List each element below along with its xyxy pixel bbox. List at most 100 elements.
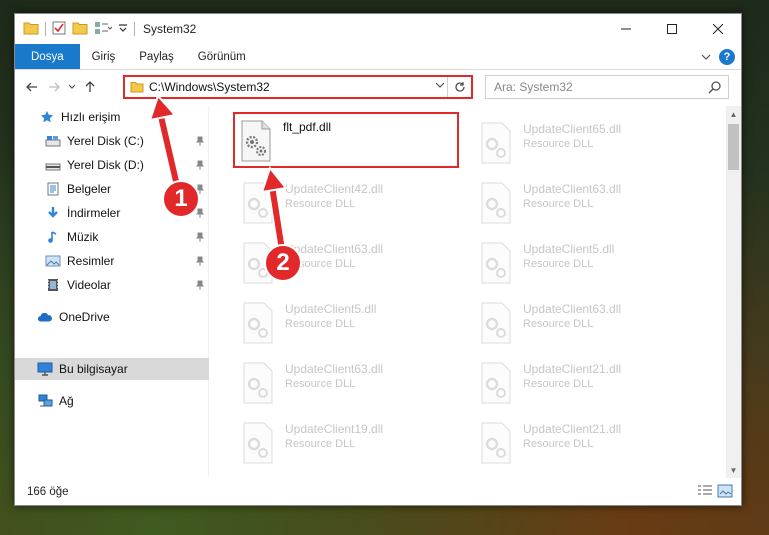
new-folder-icon[interactable] <box>72 21 88 38</box>
file-item[interactable]: UpdateClient5.dll Resource DLL <box>235 294 455 350</box>
sidebar-item-videos[interactable]: Videolar <box>15 274 209 296</box>
sidebar-item-label: Ağ <box>59 394 74 408</box>
minimize-button[interactable] <box>603 14 649 44</box>
file-type: Resource DLL <box>523 318 594 330</box>
file-name: UpdateClient5.dll <box>285 302 377 316</box>
sidebar-item-music[interactable]: Müzik <box>15 226 209 248</box>
maximize-button[interactable] <box>649 14 695 44</box>
file-type: Resource DLL <box>523 438 594 450</box>
vertical-scrollbar[interactable]: ▲ ▼ <box>726 106 741 478</box>
sidebar-item-label: OneDrive <box>59 310 110 324</box>
annotation-badge-1: 1 <box>162 180 200 218</box>
file-item[interactable]: UpdateClient19.dll Resource DLL <box>235 414 455 470</box>
file-name: UpdateClient5.dll <box>523 242 615 256</box>
tab-paylas[interactable]: Paylaş <box>127 44 186 69</box>
ribbon-tabs: Dosya Giriş Paylaş Görünüm ? <box>15 44 741 70</box>
pin-icon[interactable] <box>195 231 205 245</box>
file-type: Resource DLL <box>523 198 594 210</box>
file-item[interactable]: UpdateClient63.dll Resource DLL <box>235 354 455 410</box>
window-controls <box>603 14 741 44</box>
ribbon-right: ? <box>701 44 741 69</box>
sidebar-item-label: Müzik <box>67 230 99 244</box>
sidebar-item-label: Belgeler <box>67 182 112 196</box>
address-bar[interactable]: C:\Windows\System32 <box>123 75 473 99</box>
search-input[interactable]: Ara: System32 <box>485 75 729 99</box>
dll-file-icon <box>479 242 513 284</box>
sidebar-item-pictures[interactable]: Resimler <box>15 250 209 272</box>
music-icon <box>45 229 61 245</box>
file-name: UpdateClient65.dll <box>523 122 622 136</box>
pin-icon[interactable] <box>195 255 205 269</box>
customize-toolbar-icon[interactable] <box>118 22 128 36</box>
help-button[interactable]: ? <box>719 48 735 65</box>
file-item[interactable]: UpdateClient5.dll Resource DLL <box>473 234 693 290</box>
dll-file-icon <box>241 302 275 344</box>
search-icon[interactable] <box>708 80 722 97</box>
dll-file-icon <box>239 120 273 162</box>
file-item[interactable]: UpdateClient21.dll Resource DLL <box>473 414 693 470</box>
sidebar-item-disk-d[interactable]: Yerel Disk (D:) <box>15 154 209 176</box>
sidebar-item-this-pc[interactable]: Bu bilgisayar <box>15 358 209 380</box>
large-icons-view-icon[interactable] <box>717 484 733 501</box>
divider <box>134 22 135 36</box>
divider <box>45 22 46 36</box>
layout-icon[interactable] <box>94 21 113 38</box>
scroll-down-icon[interactable]: ▼ <box>726 462 741 478</box>
properties-icon[interactable] <box>52 21 66 38</box>
cloud-icon <box>37 309 53 325</box>
tab-gorunum[interactable]: Görünüm <box>186 44 258 69</box>
tab-dosya[interactable]: Dosya <box>15 44 80 69</box>
file-item[interactable]: UpdateClient21.dll Resource DLL <box>473 354 693 410</box>
details-view-icon[interactable] <box>697 484 713 501</box>
file-name: UpdateClient63.dll <box>523 182 622 196</box>
pictures-icon <box>45 253 61 269</box>
file-name: UpdateClient21.dll <box>523 422 622 436</box>
pin-icon[interactable] <box>195 279 205 293</box>
dll-file-icon <box>479 422 513 464</box>
sidebar-item-quick-access[interactable]: Hızlı erişim <box>15 106 209 128</box>
sidebar-item-label: Yerel Disk (D:) <box>67 158 144 172</box>
back-button[interactable] <box>21 76 43 98</box>
scroll-up-icon[interactable]: ▲ <box>726 106 741 122</box>
file-name: flt_pdf.dll <box>283 120 332 134</box>
documents-icon <box>45 181 61 197</box>
file-item[interactable]: UpdateClient65.dll Resource DLL <box>473 114 693 170</box>
forward-button[interactable] <box>43 76 65 98</box>
pin-icon[interactable] <box>195 135 205 149</box>
expand-ribbon-icon[interactable] <box>701 50 711 64</box>
pin-icon[interactable] <box>195 159 205 173</box>
tab-giris[interactable]: Giriş <box>80 44 128 69</box>
sidebar-item-label: Yerel Disk (C:) <box>67 134 144 148</box>
file-type: Resource DLL <box>285 438 356 450</box>
file-type: Resource DLL <box>285 198 356 210</box>
close-button[interactable] <box>695 14 741 44</box>
sidebar-item-disk-c[interactable]: Yerel Disk (C:) <box>15 130 209 152</box>
file-item[interactable]: UpdateClient42.dll Resource DLL <box>235 174 455 230</box>
sidebar-item-onedrive[interactable]: OneDrive <box>15 306 209 328</box>
file-item[interactable]: UpdateClient63.dll Resource DLL <box>473 174 693 230</box>
dll-file-icon <box>479 122 513 164</box>
refresh-button[interactable] <box>447 77 471 97</box>
dll-file-icon <box>241 362 275 404</box>
recent-locations-button[interactable] <box>65 76 79 98</box>
file-name: UpdateClient42.dll <box>285 182 384 196</box>
dll-file-icon <box>241 422 275 464</box>
folder-icon <box>23 21 39 38</box>
sidebar-item-label: İndirmeler <box>67 206 121 220</box>
up-button[interactable] <box>79 76 101 98</box>
download-icon <box>45 205 61 221</box>
quick-access-toolbar <box>23 21 135 38</box>
scrollbar-thumb[interactable] <box>728 124 739 170</box>
file-item[interactable]: UpdateClient63.dll Resource DLL <box>473 294 693 350</box>
computer-icon <box>37 361 53 377</box>
file-type: Resource DLL <box>523 258 594 270</box>
drive-icon <box>45 157 61 173</box>
explorer-window: System32 Dosya Giriş Paylaş Görünüm ? C:… <box>14 13 742 506</box>
video-icon <box>45 277 61 293</box>
sidebar-item-network[interactable]: Ağ <box>15 390 209 412</box>
file-item-highlighted[interactable]: flt_pdf.dll <box>233 112 459 168</box>
chevron-down-icon[interactable] <box>435 81 445 92</box>
star-icon <box>39 109 55 125</box>
file-name: UpdateClient63.dll <box>523 302 622 316</box>
dll-file-icon <box>479 182 513 224</box>
